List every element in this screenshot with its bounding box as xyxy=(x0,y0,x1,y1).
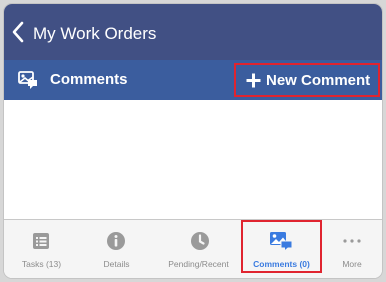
info-icon xyxy=(107,232,125,250)
tab-tasks-label: Tasks (13) xyxy=(21,259,62,269)
new-comment-label: New Comment xyxy=(266,72,371,89)
new-comment-button[interactable]: New Comment xyxy=(234,63,380,97)
tab-tasks[interactable]: Tasks (13) xyxy=(4,220,79,278)
image-comment-icon xyxy=(270,232,293,251)
clock-icon xyxy=(191,232,209,250)
comments-section-label: Comments xyxy=(50,71,128,88)
image-comment-icon xyxy=(18,71,37,89)
tab-details-label: Details xyxy=(103,259,130,269)
tab-pending-recent[interactable]: Pending/Recent xyxy=(156,220,241,278)
more-dots-icon xyxy=(343,239,361,243)
tab-comments[interactable]: Comments (0) xyxy=(241,220,322,278)
tab-details[interactable]: Details xyxy=(79,220,154,278)
comments-list-empty xyxy=(4,100,382,219)
tab-comments-label: Comments (0) xyxy=(253,259,310,269)
tab-more[interactable]: More xyxy=(322,220,382,278)
tab-pending-recent-label: Pending/Recent xyxy=(168,259,229,269)
tab-more-label: More xyxy=(342,259,362,269)
plus-icon xyxy=(246,73,261,88)
app-window: My Work Orders Comments New Comment Task… xyxy=(4,4,382,278)
chevron-left-icon[interactable] xyxy=(10,20,26,44)
list-icon xyxy=(33,233,49,249)
comments-toolbar: Comments New Comment xyxy=(4,60,382,100)
bottom-tab-bar: Tasks (13) Details Pending/Recent Commen… xyxy=(4,219,382,278)
page-title: My Work Orders xyxy=(33,24,157,43)
navigation-bar: My Work Orders xyxy=(4,4,382,60)
